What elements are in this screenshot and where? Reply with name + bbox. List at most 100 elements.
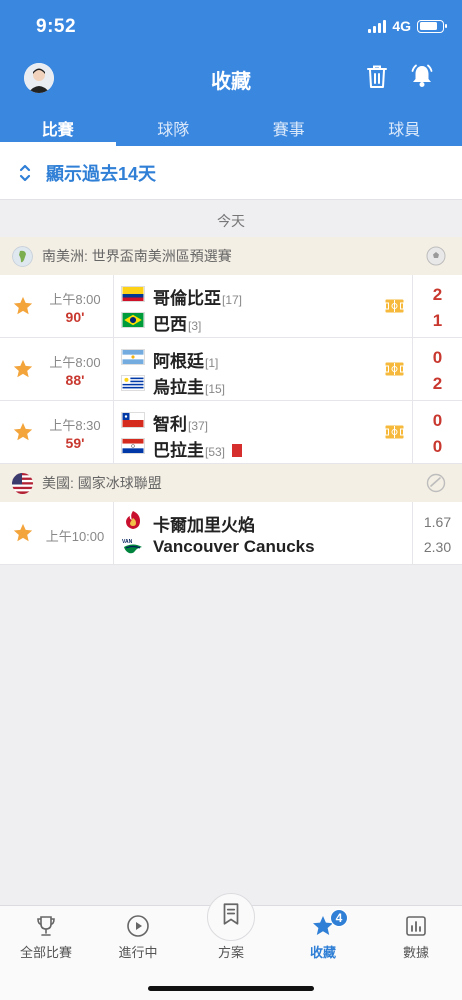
team-name: 智利	[153, 415, 187, 434]
svg-text:VAN: VAN	[122, 539, 133, 545]
away-score: 2	[432, 374, 443, 393]
tab-matches[interactable]: 比賽	[0, 104, 116, 146]
colombia-flag-icon	[121, 286, 145, 302]
away-team: 巴西[3]	[153, 310, 201, 335]
live-field-icon[interactable]	[385, 299, 404, 313]
south-america-globe-icon	[12, 245, 33, 267]
team-rank: [1]	[205, 356, 219, 370]
home-score: 2	[432, 285, 443, 304]
divider	[113, 502, 114, 564]
team-name: 烏拉圭	[153, 378, 204, 397]
home-score: 0	[432, 411, 443, 430]
nav-label: 收藏	[309, 945, 336, 960]
nav-favorites[interactable]: 4 收藏	[277, 906, 369, 966]
team-rank: [53]	[205, 445, 226, 459]
uruguay-flag-icon	[121, 375, 145, 391]
match-row[interactable]: 上午10:00 卡爾加里火焰 VAN Vancouver Canucks 1.6…	[0, 502, 462, 565]
team-name: 巴拉圭	[153, 441, 204, 460]
signal-icon	[368, 19, 387, 33]
home-team: 卡爾加里火焰	[153, 511, 255, 536]
live-field-icon[interactable]	[385, 362, 404, 376]
soccer-ball-icon	[426, 246, 446, 266]
divider	[113, 401, 114, 463]
match-row[interactable]: 上午8:30 59' 智利[37] 巴拉圭[53] 0 0	[0, 401, 462, 464]
page-title: 收藏	[211, 71, 251, 93]
away-score: 0	[432, 437, 443, 456]
league-name: 南美洲: 世界盃南美洲區預選賽	[42, 248, 232, 264]
star-icon[interactable]	[12, 358, 34, 380]
show-past-label: 顯示過去14天	[46, 163, 157, 184]
tab-bar: 比賽 球隊 賽事 球員	[0, 104, 462, 146]
nav-label: 進行中	[118, 945, 158, 960]
tab-players[interactable]: 球員	[347, 104, 462, 146]
team-name: Vancouver Canucks	[153, 537, 315, 556]
star-icon[interactable]	[12, 295, 34, 317]
nav-label: 方案	[217, 945, 244, 960]
match-minute: 88'	[65, 372, 85, 388]
match-time: 上午8:00	[49, 355, 101, 370]
status-indicators: 4G	[368, 18, 447, 34]
status-time: 9:52	[36, 16, 77, 37]
nav-stats[interactable]: 數據	[370, 906, 462, 966]
away-team: 巴拉圭[53]	[153, 436, 243, 461]
argentina-flag-icon	[121, 349, 145, 365]
play-icon	[127, 915, 149, 937]
league-name: 美國: 國家冰球聯盟	[42, 475, 162, 491]
hockey-puck-icon	[426, 473, 446, 493]
nav-plans[interactable]: 方案	[185, 903, 277, 966]
app-header: 9:52 4G 收藏 比賽 球隊 賽事 球員	[0, 0, 462, 146]
away-odds: 2.30	[423, 539, 452, 555]
calgary-flames-logo-icon	[126, 511, 140, 529]
brazil-flag-icon	[121, 312, 145, 328]
match-minute: 59'	[65, 435, 85, 451]
tab-competitions[interactable]: 賽事	[231, 104, 347, 146]
match-row[interactable]: 上午8:00 88' 阿根廷[1] 烏拉圭[15] 0 2	[0, 338, 462, 401]
red-card-icon	[232, 444, 243, 457]
network-type: 4G	[392, 18, 411, 34]
title-bar: 收藏	[0, 56, 462, 100]
paraguay-flag-icon	[121, 438, 145, 454]
match-time: 上午10:00	[45, 529, 105, 544]
team-name: 哥倫比亞	[153, 289, 221, 308]
away-team: 烏拉圭[15]	[153, 373, 225, 398]
league-header[interactable]: 美國: 國家冰球聯盟	[0, 464, 462, 502]
team-rank: [37]	[188, 419, 209, 433]
team-rank: [3]	[188, 319, 202, 333]
team-rank: [17]	[222, 293, 243, 307]
star-icon[interactable]	[12, 522, 34, 544]
team-name: 卡爾加里火焰	[153, 516, 255, 535]
trash-icon[interactable]	[366, 64, 388, 90]
home-team: 阿根廷[1]	[153, 347, 218, 372]
home-odds: 1.67	[423, 514, 452, 530]
nav-label: 全部比賽	[19, 945, 72, 960]
match-time: 上午8:00	[49, 292, 101, 307]
expand-updown-icon	[19, 164, 31, 181]
nav-all-matches[interactable]: 全部比賽	[0, 906, 92, 966]
divider	[113, 338, 114, 400]
away-score: 1	[432, 311, 443, 330]
show-past-button[interactable]: 顯示過去14天	[0, 146, 462, 199]
home-team: 哥倫比亞[17]	[153, 284, 242, 309]
bell-icon[interactable]	[409, 63, 435, 89]
nav-live[interactable]: 進行中	[92, 906, 184, 966]
live-field-icon[interactable]	[385, 425, 404, 439]
bookmark-icon	[223, 903, 239, 925]
usa-flag-icon	[12, 472, 33, 494]
match-row[interactable]: 上午8:00 90' 哥倫比亞[17] 巴西[3] 2 1	[0, 275, 462, 338]
trophy-icon	[37, 916, 55, 936]
match-time: 上午8:30	[49, 418, 101, 433]
status-bar: 9:52 4G	[0, 0, 462, 52]
divider	[113, 275, 114, 337]
team-name: 阿根廷	[153, 352, 204, 371]
vancouver-canucks-logo-icon: VAN	[122, 539, 142, 554]
battery-icon	[417, 19, 447, 33]
stats-icon	[406, 916, 426, 936]
favorites-count-badge: 4	[330, 909, 348, 927]
league-header[interactable]: 南美洲: 世界盃南美洲區預選賽	[0, 237, 462, 275]
day-label: 今天	[0, 199, 462, 237]
home-indicator	[148, 986, 314, 991]
tab-teams[interactable]: 球隊	[116, 104, 232, 146]
star-icon[interactable]	[12, 421, 34, 443]
away-team: Vancouver Canucks	[153, 537, 315, 557]
team-rank: [15]	[205, 382, 226, 396]
